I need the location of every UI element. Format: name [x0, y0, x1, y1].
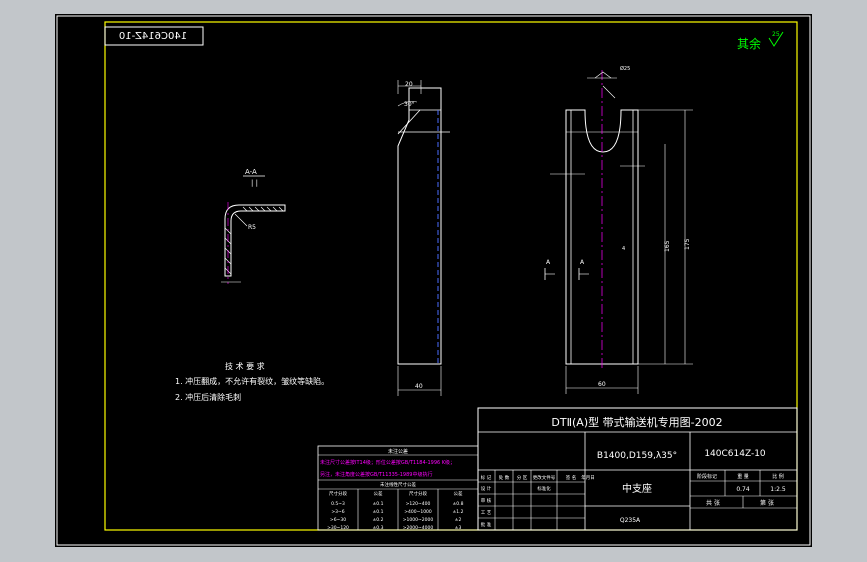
- scale-header: 比 例: [772, 473, 784, 480]
- weight-header: 重 量: [737, 473, 749, 480]
- scale-value: 1:2.5: [770, 486, 786, 493]
- revision-header: 更改文件号: [533, 474, 556, 481]
- mirrored-code-box: 140C614Z-10: [104, 26, 204, 46]
- standardization-label: 标准化: [537, 485, 551, 492]
- section-label: A-A: [245, 168, 257, 176]
- tolerance-cell: ±0.1: [373, 509, 384, 515]
- section-mark-left: A: [546, 259, 551, 266]
- front-top-note: Ø25: [620, 65, 630, 72]
- tolerance-cell: >30~120: [327, 525, 349, 531]
- tolerance-col-header: 尺寸分段: [329, 490, 347, 497]
- inner-frame: [104, 21, 798, 531]
- role-label: 批 准: [481, 521, 492, 528]
- front-dim-outer: 175: [684, 238, 691, 250]
- tolerance-cell: ±2: [455, 517, 462, 523]
- front-side-note: 4: [622, 246, 625, 252]
- role-label: 审 核: [481, 497, 492, 504]
- cad-viewport: 140C614Z-10 其余 25 A-A | | R5 20 30° 40 1…: [0, 0, 867, 562]
- tolerance-cell: ±1.2: [453, 509, 464, 515]
- tolerance-note-1: 未注尺寸公差按IT14级；形位公差按GB/T1184-1996 K级；: [320, 459, 455, 466]
- surface-finish-label: 其余: [737, 36, 761, 51]
- revision-header: 标 记: [481, 474, 492, 481]
- side-dim-angle: 30°: [404, 101, 415, 108]
- tolerance-cell: >3~6: [331, 509, 344, 515]
- tolerance-cell: ±0.2: [373, 517, 384, 523]
- tolerance-title: 未注公差: [388, 448, 408, 455]
- tolerance-cell: ±0.1: [373, 501, 384, 507]
- tech-req-item-2: 2. 冲压后清除毛刺: [175, 392, 241, 402]
- surface-finish-note: 其余 25: [737, 31, 784, 51]
- tolerance-cell: >6~30: [330, 517, 346, 523]
- tolerance-col-header: 公差: [454, 490, 463, 497]
- front-dim-inner: 165: [664, 240, 671, 252]
- role-label: 工 艺: [481, 510, 492, 516]
- technical-requirements: 技 术 要 求 1. 冲压翻成，不允许有裂纹，皱纹等缺陷。 2. 冲压后清除毛刺: [175, 361, 329, 402]
- tolerance-cell: 0.5~3: [331, 501, 345, 507]
- revision-header: 签 名: [566, 474, 576, 481]
- tolerance-col-header: 公差: [374, 490, 383, 497]
- material: Q235A: [620, 517, 641, 524]
- spec-text: B1400,D159,λ35°: [597, 451, 677, 461]
- title-block: DTⅡ(A)型 带式输送机专用图-2002 B1400,D159,λ35° 14…: [477, 407, 798, 531]
- revision-header: 分 区: [517, 474, 528, 481]
- tolerance-cell: >1000~2000: [403, 517, 434, 523]
- section-radius: R5: [248, 224, 256, 231]
- weight-value: 0.74: [736, 486, 750, 493]
- sheet-total: 共 张: [706, 499, 720, 507]
- tolerance-cell: >2000~4000: [403, 525, 434, 531]
- tolerance-cell: ±3: [455, 525, 462, 531]
- section-mark-right: A: [580, 259, 585, 266]
- tech-req-title: 技 术 要 求: [225, 361, 265, 371]
- surface-symbol-value: 25: [772, 31, 780, 38]
- tolerance-cell: ±0.8: [453, 501, 464, 507]
- drawing-number: 140C614Z-10: [704, 449, 766, 459]
- side-view: 20 30° 40: [397, 80, 450, 396]
- drawing-canvas: 140C614Z-10 其余 25 A-A | | R5 20 30° 40 1…: [56, 15, 811, 546]
- revision-header: 年月日: [581, 474, 595, 481]
- tolerance-note-2: 另注，未注角度公差按GB/T11335-1989中级执行: [320, 471, 432, 478]
- drawing-sheet: 140C614Z-10 其余 25 A-A | | R5 20 30° 40 1…: [55, 14, 812, 547]
- front-dim-width: 60: [598, 381, 606, 388]
- tolerance-col-header: 尺寸分段: [409, 490, 427, 497]
- tolerance-table: 未注公差 未注尺寸公差按IT14级；形位公差按GB/T1184-1996 K级；…: [317, 445, 479, 531]
- project-title: DTⅡ(A)型 带式输送机专用图-2002: [551, 415, 722, 429]
- tolerance-cell: ±0.3: [373, 525, 384, 531]
- front-view: 165 175 60 Ø25 4 A A: [544, 65, 693, 394]
- section-view-aa: A-A | | R5: [221, 168, 286, 284]
- side-dim-top: 20: [405, 81, 413, 88]
- tolerance-cell: >120~400: [406, 501, 431, 507]
- stage-header: 阶段标记: [697, 473, 717, 480]
- side-dim-bottom: 40: [415, 383, 423, 390]
- part-name: 中支座: [622, 482, 652, 495]
- revision-header: 处 数: [499, 474, 510, 481]
- tech-req-item-1: 1. 冲压翻成，不允许有裂纹，皱纹等缺陷。: [175, 376, 329, 386]
- mirrored-code: 140C614Z-10: [119, 31, 187, 42]
- tolerance-header-caption: 未注线性尺寸公差: [380, 481, 416, 488]
- tolerance-cell: >400~1000: [404, 509, 432, 515]
- role-label: 设 计: [481, 485, 492, 492]
- sheet-number: 第 张: [760, 499, 774, 507]
- svg-text:| |: | |: [251, 179, 258, 187]
